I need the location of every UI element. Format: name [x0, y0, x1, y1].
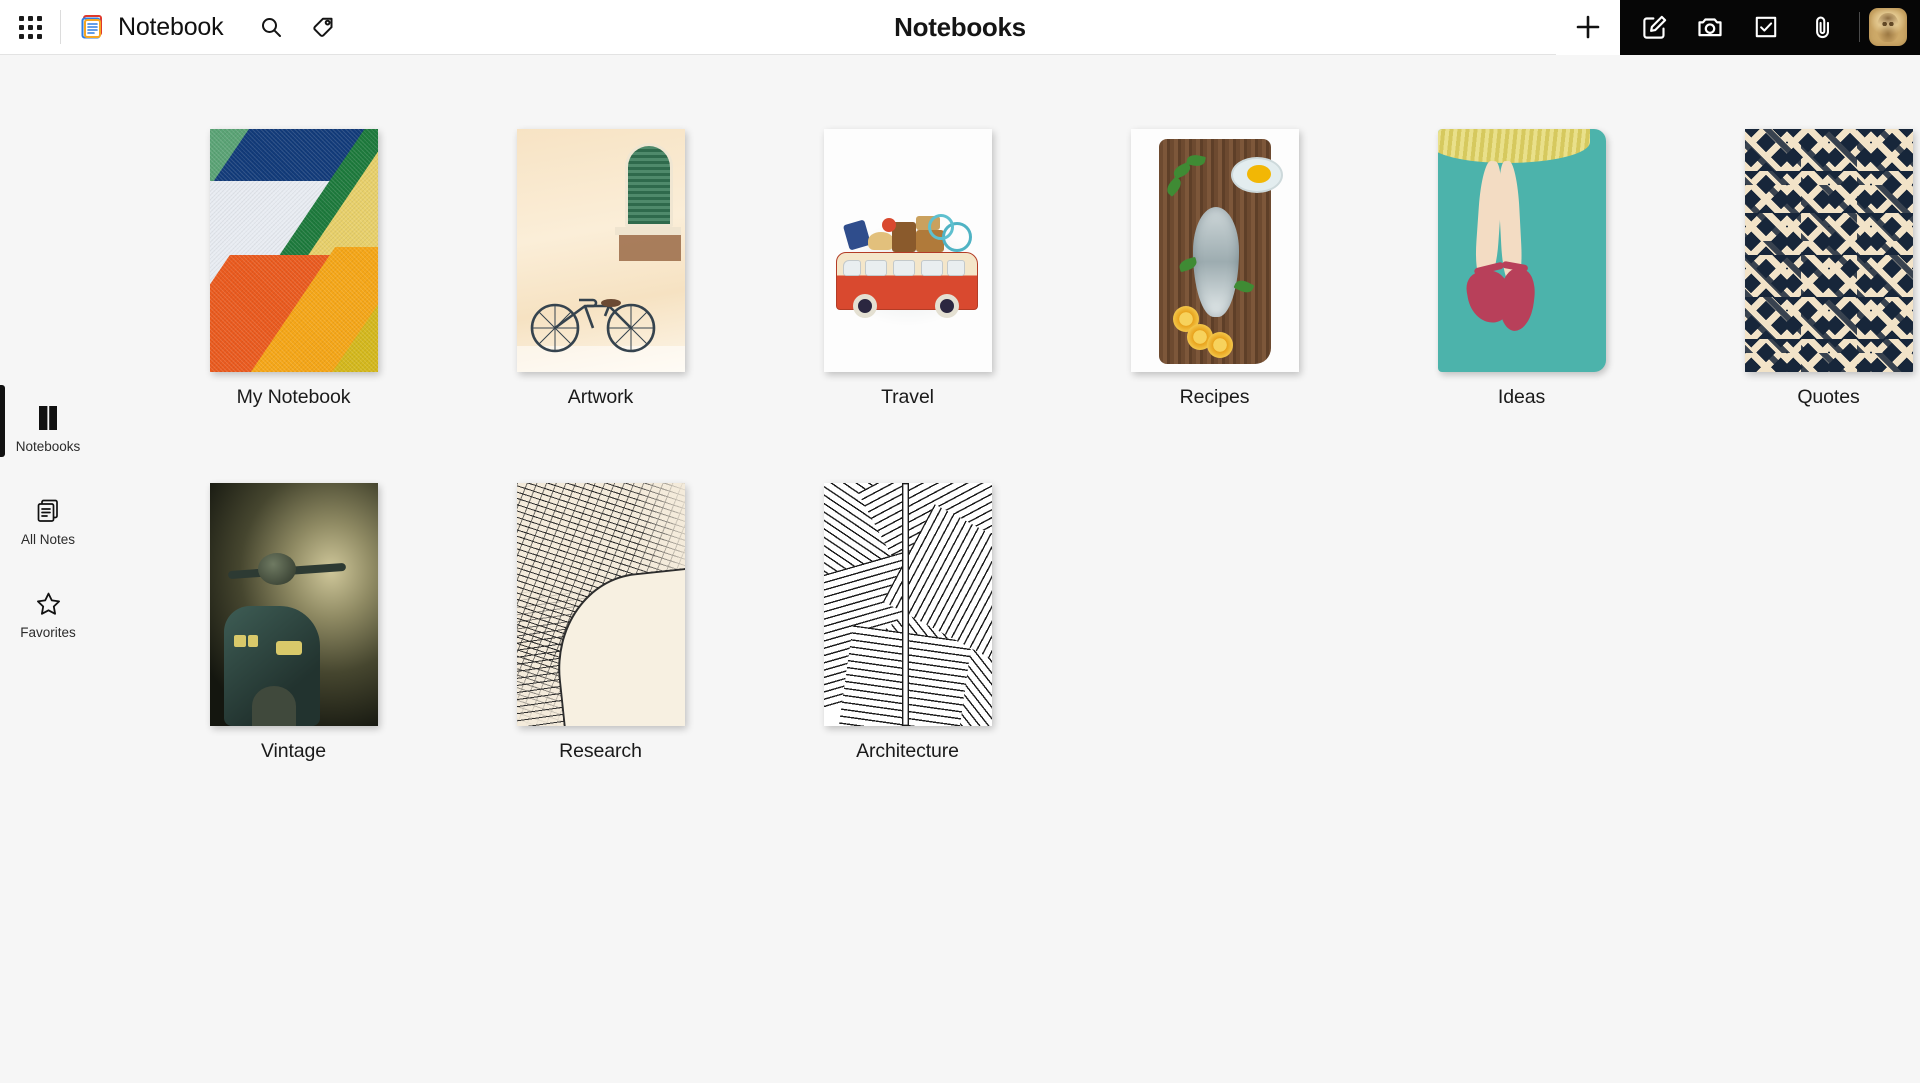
- camera-icon: [1696, 13, 1724, 41]
- new-attachment-note-button[interactable]: [1794, 0, 1850, 55]
- sidebar-item-label: All Notes: [20, 532, 76, 547]
- brand-name: Notebook: [118, 12, 224, 41]
- notebooks-content: My Notebook Artwork Travel Recipes Ideas…: [96, 55, 1920, 1083]
- notebook-title: Recipes: [1179, 386, 1250, 408]
- notebook-cover-navy-cream-maze-pattern[interactable]: [1744, 129, 1913, 372]
- notebook-title: Research: [559, 740, 642, 762]
- tags-button[interactable]: [297, 0, 349, 55]
- notebook-title: My Notebook: [236, 386, 351, 408]
- notebook-card[interactable]: Architecture: [754, 471, 1061, 763]
- notebook-card[interactable]: Travel: [754, 117, 1061, 409]
- notebook-thumb: [1744, 117, 1913, 372]
- notebook-title: Architecture: [856, 740, 959, 762]
- all-notes-icon: [35, 496, 61, 524]
- notebook-cover-watercolor-bicycle-wall[interactable]: [516, 129, 685, 372]
- new-photo-note-button[interactable]: [1682, 0, 1738, 55]
- new-checklist-note-button[interactable]: [1738, 0, 1794, 55]
- paperclip-icon: [1809, 14, 1835, 40]
- notebook-thumb: [1130, 117, 1299, 372]
- notebook-cover-fish-on-wooden-board[interactable]: [1130, 129, 1299, 372]
- brand-home-link[interactable]: Notebook: [61, 12, 224, 42]
- notebook-card[interactable]: Research: [447, 471, 754, 763]
- notebook-logo-icon: [79, 13, 107, 41]
- sidebar: Notebooks All Notes Favorites: [0, 55, 96, 1083]
- active-indicator: [0, 385, 5, 457]
- sidebar-item-all-notes[interactable]: All Notes: [0, 496, 96, 547]
- sidebar-item-favorites[interactable]: Favorites: [0, 589, 96, 640]
- toolbar-divider: [1859, 12, 1860, 42]
- search-icon: [259, 15, 283, 39]
- sidebar-item-label: Favorites: [20, 625, 76, 640]
- apps-grid-icon: [18, 15, 42, 39]
- notebook-cover-zentangle-ink-drawing[interactable]: [516, 483, 685, 726]
- sidebar-item-notebooks[interactable]: Notebooks: [0, 385, 96, 457]
- notebook-thumb: [823, 117, 992, 372]
- notebook-card[interactable]: My Notebook: [140, 117, 447, 409]
- notebook-card[interactable]: Vintage: [140, 471, 447, 763]
- notebook-cover-ballet-shoes-teal[interactable]: [1437, 129, 1606, 372]
- notebooks-grid: My Notebook Artwork Travel Recipes Ideas…: [140, 117, 1920, 763]
- notebook-title: Quotes: [1797, 386, 1860, 408]
- star-icon: [35, 589, 62, 617]
- tag-icon: [311, 15, 335, 39]
- header-right-actions: [1556, 0, 1920, 55]
- notebook-thumb: [516, 117, 685, 372]
- notebook-card[interactable]: Ideas: [1368, 117, 1675, 409]
- notebook-icon: [36, 403, 60, 431]
- edit-square-icon: [1641, 14, 1668, 41]
- notebook-title: Travel: [881, 386, 934, 408]
- notebook-cover-black-white-line-art[interactable]: [823, 483, 992, 726]
- app-header: Notebook Notebooks: [0, 0, 1920, 55]
- app-body: Notebooks All Notes Favorites My Noteboo…: [0, 55, 1920, 1083]
- notebook-card[interactable]: Artwork: [447, 117, 754, 409]
- plus-icon: [1572, 11, 1604, 43]
- notebook-thumb: [516, 471, 685, 726]
- notebook-cover-vintage-scooter-photo[interactable]: [209, 483, 378, 726]
- apps-grid-button[interactable]: [0, 0, 60, 55]
- notebook-thumb: [1437, 117, 1606, 372]
- quick-create-toolbar: [1620, 0, 1920, 55]
- notebook-title: Ideas: [1497, 386, 1546, 408]
- notebook-card[interactable]: Quotes: [1675, 117, 1920, 409]
- notebook-cover-red-van-with-luggage[interactable]: [823, 129, 992, 372]
- notebook-card[interactable]: Recipes: [1061, 117, 1368, 409]
- new-note-button[interactable]: [1626, 0, 1682, 55]
- search-button[interactable]: [245, 0, 297, 55]
- notebook-title: Vintage: [260, 740, 327, 762]
- checkbox-icon: [1753, 14, 1779, 40]
- notebook-thumb: [209, 471, 378, 726]
- add-notebook-button[interactable]: [1556, 0, 1620, 55]
- avatar[interactable]: [1869, 8, 1907, 46]
- notebook-thumb: [209, 117, 378, 372]
- notebook-thumb: [823, 471, 992, 726]
- notebook-title: Artwork: [567, 386, 634, 408]
- notebook-cover-geometric-color-blocks[interactable]: [209, 129, 378, 372]
- sidebar-item-label: Notebooks: [15, 439, 81, 454]
